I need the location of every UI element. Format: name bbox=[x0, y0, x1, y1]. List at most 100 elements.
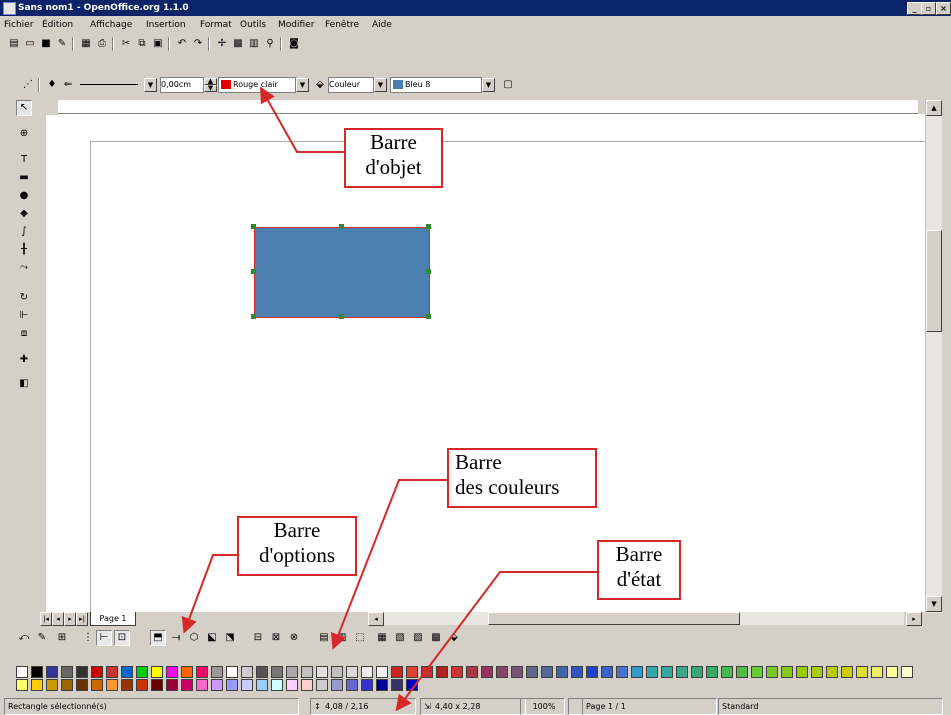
color-swatch[interactable] bbox=[286, 666, 298, 678]
color-swatch[interactable] bbox=[856, 666, 868, 678]
line-style-dropdown-icon[interactable]: ▼ bbox=[144, 78, 157, 92]
alignment-icon[interactable]: ⊩ bbox=[16, 308, 32, 324]
menu-aide[interactable]: Aide bbox=[372, 17, 392, 34]
prev-page-icon[interactable]: ◂ bbox=[52, 612, 64, 626]
copy-icon[interactable]: ⧉ bbox=[134, 36, 150, 52]
color-swatch[interactable] bbox=[271, 666, 283, 678]
color-swatch[interactable] bbox=[106, 666, 118, 678]
color-swatch[interactable] bbox=[181, 679, 193, 691]
snap-frame-icon[interactable]: ⟞ bbox=[168, 630, 184, 646]
color-swatch[interactable] bbox=[886, 666, 898, 678]
color-swatch[interactable] bbox=[316, 679, 328, 691]
snap-points-icon[interactable]: ⬡ bbox=[186, 630, 202, 646]
reduce-points-icon[interactable]: ⬚ bbox=[352, 630, 368, 646]
open-icon[interactable]: ▭ bbox=[22, 36, 38, 52]
insert-icon[interactable]: ✚ bbox=[16, 352, 32, 368]
color-swatch[interactable] bbox=[661, 666, 673, 678]
image-placeholder-icon[interactable]: ▩ bbox=[428, 630, 444, 646]
help-icon[interactable]: ◙ bbox=[286, 36, 302, 52]
rotation-mode-icon[interactable]: ⤺ bbox=[16, 630, 32, 646]
color-swatch[interactable] bbox=[421, 666, 433, 678]
minimize-icon[interactable]: _ bbox=[907, 2, 922, 15]
color-swatch[interactable] bbox=[436, 666, 448, 678]
color-swatch[interactable] bbox=[391, 679, 403, 691]
color-swatch[interactable] bbox=[571, 666, 583, 678]
cut-icon[interactable]: ✂ bbox=[118, 36, 134, 52]
color-swatch[interactable] bbox=[676, 666, 688, 678]
menu-format[interactable]: Format bbox=[200, 17, 232, 34]
color-swatch[interactable] bbox=[211, 679, 223, 691]
color-swatch[interactable] bbox=[451, 666, 463, 678]
text-placeholder-icon[interactable]: ⬙ bbox=[446, 630, 462, 646]
selection-handle[interactable] bbox=[339, 224, 344, 229]
color-swatch[interactable] bbox=[76, 666, 88, 678]
text-icon[interactable]: T bbox=[16, 152, 32, 168]
edit-file-icon[interactable]: ✎ bbox=[54, 36, 70, 52]
color-swatch[interactable] bbox=[496, 666, 508, 678]
edit-points-icon[interactable]: ⋰ bbox=[20, 77, 36, 93]
color-swatch[interactable] bbox=[226, 666, 238, 678]
next-page-icon[interactable]: ▸ bbox=[64, 612, 76, 626]
color-swatch[interactable] bbox=[826, 666, 838, 678]
color-swatch[interactable] bbox=[196, 679, 208, 691]
guides-icon[interactable]: ⊢ bbox=[96, 630, 112, 646]
select-text-area-icon[interactable]: ⬔ bbox=[222, 630, 238, 646]
color-swatch[interactable] bbox=[361, 679, 373, 691]
color-swatch[interactable] bbox=[46, 666, 58, 678]
color-swatch[interactable] bbox=[751, 666, 763, 678]
color-swatch[interactable] bbox=[31, 679, 43, 691]
color-swatch[interactable] bbox=[76, 679, 88, 691]
selection-handle[interactable] bbox=[251, 269, 256, 274]
color-swatch[interactable] bbox=[211, 666, 223, 678]
arrow-style-icon[interactable]: ⇐ bbox=[60, 77, 76, 93]
curve-icon[interactable]: ∫ bbox=[16, 224, 32, 240]
line-style-select[interactable] bbox=[80, 77, 142, 91]
maximize-icon[interactable]: ▫ bbox=[921, 2, 936, 15]
status-zoom[interactable]: 100% bbox=[520, 698, 565, 715]
color-swatch[interactable] bbox=[541, 666, 553, 678]
rectangle-icon[interactable]: ▬ bbox=[16, 170, 32, 186]
color-swatch[interactable] bbox=[376, 666, 388, 678]
save-icon[interactable]: ■ bbox=[38, 36, 54, 52]
color-swatch[interactable] bbox=[91, 679, 103, 691]
menu-outils[interactable]: Outils bbox=[240, 17, 266, 34]
color-swatch[interactable] bbox=[331, 679, 343, 691]
color-swatch[interactable] bbox=[16, 666, 28, 678]
connector-icon[interactable]: ⤳ bbox=[16, 260, 32, 276]
snap-page-icon[interactable]: ⬒ bbox=[150, 630, 166, 646]
color-swatch[interactable] bbox=[406, 666, 418, 678]
data-sources-icon[interactable]: ▥ bbox=[246, 36, 262, 52]
scroll-thumb[interactable] bbox=[926, 230, 942, 332]
color-swatch[interactable] bbox=[226, 679, 238, 691]
color-swatch[interactable] bbox=[511, 666, 523, 678]
area-color-select[interactable]: Bleu 8 bbox=[390, 77, 482, 93]
color-swatch[interactable] bbox=[406, 679, 418, 691]
line-tool-icon[interactable]: ╂ bbox=[16, 242, 32, 258]
scroll-left-icon[interactable]: ◂ bbox=[368, 612, 384, 626]
paste-icon[interactable]: ▣ bbox=[150, 36, 166, 52]
menu-edition[interactable]: Édition bbox=[42, 17, 73, 34]
edit-glue-icon[interactable]: ✎ bbox=[34, 630, 50, 646]
menu-insertion[interactable]: Insertion bbox=[146, 17, 186, 34]
scroll-right-icon[interactable]: ▸ bbox=[906, 612, 922, 626]
color-swatch[interactable] bbox=[646, 666, 658, 678]
selection-handle[interactable] bbox=[426, 314, 431, 319]
color-swatch[interactable] bbox=[361, 666, 373, 678]
color-swatch[interactable] bbox=[631, 666, 643, 678]
color-swatch[interactable] bbox=[346, 679, 358, 691]
export-pdf-icon[interactable]: ▦ bbox=[78, 36, 94, 52]
color-swatch[interactable] bbox=[181, 666, 193, 678]
color-swatch[interactable] bbox=[871, 666, 883, 678]
menu-fichier[interactable]: Fichier bbox=[4, 17, 33, 34]
selection-handle[interactable] bbox=[251, 314, 256, 319]
color-swatch[interactable] bbox=[721, 666, 733, 678]
ellipse-icon[interactable]: ● bbox=[16, 188, 32, 204]
print-icon[interactable]: ⎙ bbox=[94, 36, 110, 52]
color-swatch[interactable] bbox=[91, 666, 103, 678]
large-handles-icon[interactable]: ⊗ bbox=[286, 630, 302, 646]
color-swatch[interactable] bbox=[166, 666, 178, 678]
selection-handle[interactable] bbox=[251, 224, 256, 229]
color-swatch[interactable] bbox=[691, 666, 703, 678]
navigator-icon[interactable]: ✢ bbox=[214, 36, 230, 52]
contour-mode-icon[interactable]: ▤ bbox=[316, 630, 332, 646]
